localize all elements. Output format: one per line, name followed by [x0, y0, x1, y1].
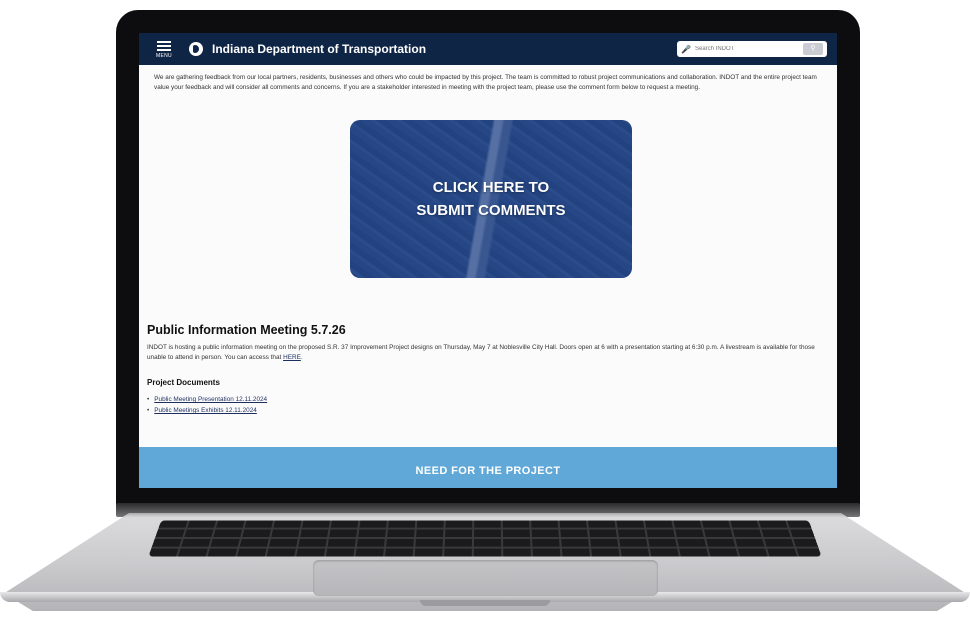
- cta-line-1: CLICK HERE TO: [432, 179, 550, 196]
- hamburger-icon: [157, 40, 171, 43]
- laptop-keyboard: [148, 520, 822, 557]
- project-documents-list: Public Meeting Presentation 12.11.2024 P…: [147, 394, 267, 416]
- submit-comments-button[interactable]: CLICK HERE TO SUBMIT COMMENTS: [350, 120, 632, 278]
- intro-paragraph: We are gathering feedback from our local…: [154, 74, 817, 91]
- laptop-screen: MENU Indiana Department of Transportatio…: [139, 33, 837, 488]
- search-input[interactable]: [691, 46, 803, 52]
- cta-line-2: SUBMIT COMMENTS: [416, 202, 566, 219]
- meeting-text-end: .: [300, 354, 303, 361]
- site-header: MENU Indiana Department of Transportatio…: [139, 33, 837, 65]
- livestream-link[interactable]: HERE: [283, 354, 301, 361]
- indot-logo-icon[interactable]: [189, 42, 203, 56]
- meeting-paragraph: INDOT is hosting a public information me…: [147, 343, 825, 363]
- menu-button[interactable]: MENU: [151, 40, 177, 59]
- menu-label: MENU: [156, 52, 172, 59]
- hamburger-icon: [157, 48, 171, 51]
- need-for-project-heading: NEED FOR THE PROJECT: [415, 465, 561, 477]
- project-documents-heading: Project Documents: [147, 378, 220, 387]
- list-item: Public Meeting Presentation 12.11.2024: [147, 394, 267, 405]
- site-title[interactable]: Indiana Department of Transportation: [212, 42, 426, 56]
- laptop-notch: [420, 600, 550, 606]
- document-link-exhibits[interactable]: Public Meetings Exhibits 12.11.2024: [154, 407, 257, 414]
- microphone-icon[interactable]: 🎤: [681, 45, 691, 54]
- search-button[interactable]: ⚲: [803, 43, 823, 55]
- hamburger-icon: [157, 44, 171, 47]
- submit-comments-label: CLICK HERE TO SUBMIT COMMENTS: [350, 120, 632, 278]
- meeting-text: INDOT is hosting a public information me…: [147, 344, 815, 361]
- search-box: 🎤 ⚲: [677, 41, 827, 57]
- meeting-heading: Public Information Meeting 5.7.26: [147, 323, 346, 337]
- laptop-trackpad: [313, 560, 658, 596]
- document-link-presentation[interactable]: Public Meeting Presentation 12.11.2024: [154, 396, 267, 403]
- list-item: Public Meetings Exhibits 12.11.2024: [147, 405, 267, 416]
